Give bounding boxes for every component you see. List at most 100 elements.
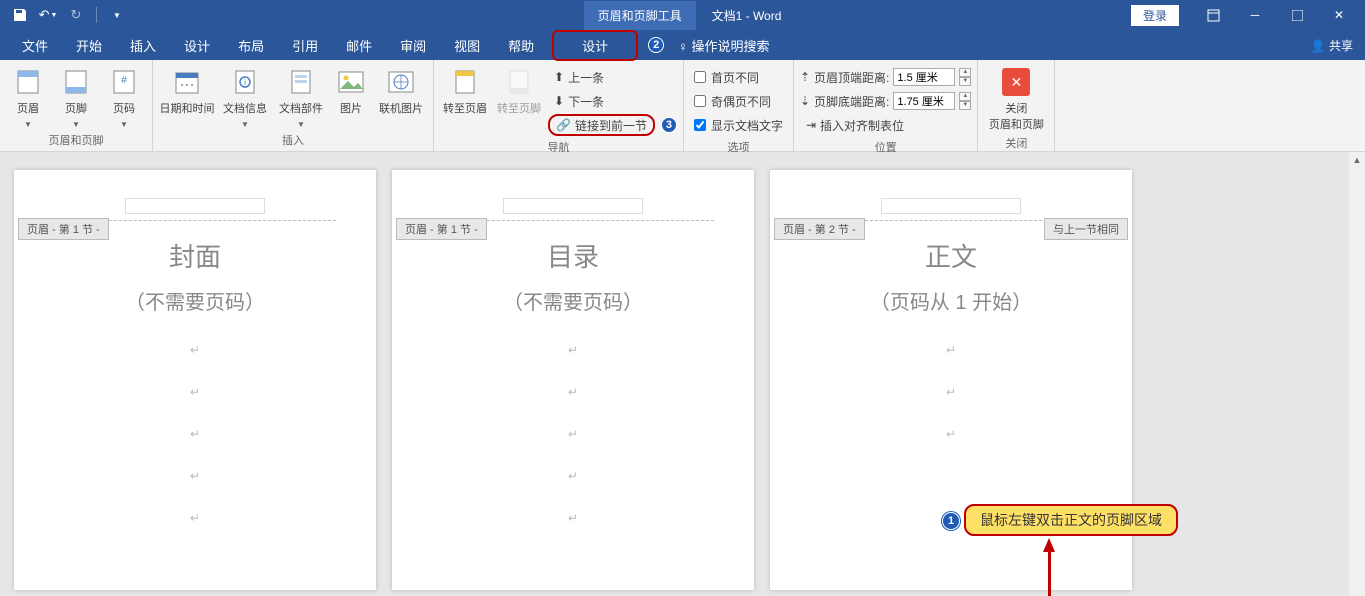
prev-icon: ⬆ bbox=[554, 70, 564, 84]
picture-button[interactable]: 图片 bbox=[331, 64, 371, 116]
para-mark: ↵ bbox=[432, 343, 714, 357]
different-odd-even-checkbox[interactable]: 奇偶页不同 bbox=[690, 90, 787, 112]
link-to-previous-label: 链接到前一节 bbox=[575, 117, 647, 134]
annotation-callout-1: 鼠标左键双击正文的页脚区域 bbox=[964, 504, 1178, 536]
vertical-scrollbar[interactable]: ▲ bbox=[1349, 152, 1365, 596]
insert-tab-label: 插入对齐制表位 bbox=[820, 117, 904, 134]
tab-mailings[interactable]: 邮件 bbox=[332, 30, 386, 61]
section-tag-2: 页眉 - 第 1 节 - bbox=[396, 218, 487, 240]
minimize-icon[interactable]: ─ bbox=[1235, 1, 1275, 29]
quick-access-toolbar: ↶ ▼ ↻ ▼ bbox=[0, 3, 129, 27]
quickparts-button[interactable]: 文档部件▼ bbox=[275, 64, 327, 129]
page-number-label: 页码 bbox=[113, 100, 135, 116]
group-close: ✕ 关闭 页眉和页脚 关闭 bbox=[978, 60, 1055, 151]
tab-view[interactable]: 视图 bbox=[440, 30, 494, 61]
redo-icon[interactable]: ↻ bbox=[64, 3, 88, 27]
diff-first-label: 首页不同 bbox=[711, 69, 759, 86]
insert-alignment-tab-button[interactable]: ⇥ 插入对齐制表位 bbox=[800, 114, 971, 136]
page2-subtitle: （不需要页码） bbox=[432, 286, 714, 315]
page-number-button[interactable]: # 页码▼ bbox=[102, 64, 146, 129]
para-mark: ↵ bbox=[54, 511, 336, 525]
online-picture-button[interactable]: 联机图片 bbox=[375, 64, 427, 116]
save-icon[interactable] bbox=[8, 3, 32, 27]
docinfo-icon: i bbox=[231, 68, 259, 96]
link-to-previous-button[interactable]: 🔗 链接到前一节 bbox=[548, 114, 655, 136]
tab-help[interactable]: 帮助 bbox=[494, 30, 548, 61]
tell-me-search[interactable]: ♀ 操作说明搜索 bbox=[664, 30, 783, 61]
footer-dist-icon: ⇣ bbox=[800, 94, 810, 108]
previous-button[interactable]: ⬆上一条 bbox=[548, 66, 677, 88]
tab-review[interactable]: 审阅 bbox=[386, 30, 440, 61]
ribbon: 页眉▼ 页脚▼ # 页码▼ 页眉和页脚 日期和时间 i 文档信息▼ bbox=[0, 60, 1365, 152]
tab-insert[interactable]: 插入 bbox=[116, 30, 170, 61]
contextual-tab-label: 页眉和页脚工具 bbox=[584, 1, 696, 30]
tab-file[interactable]: 文件 bbox=[8, 30, 62, 61]
group-insert: 日期和时间 i 文档信息▼ 文档部件▼ 图片 联机图片 插入 bbox=[153, 60, 434, 151]
tab-layout[interactable]: 布局 bbox=[224, 30, 278, 61]
section-tag-3: 页眉 - 第 2 节 - bbox=[774, 218, 865, 240]
tab-hf-design[interactable]: 设计 bbox=[552, 30, 638, 61]
page3-title: 正文 bbox=[810, 237, 1092, 274]
docinfo-button[interactable]: i 文档信息▼ bbox=[219, 64, 271, 129]
quickparts-icon bbox=[287, 68, 315, 96]
picture-label: 图片 bbox=[340, 100, 362, 116]
footer-distance-spinner[interactable]: ▲▼ bbox=[959, 92, 971, 110]
page2-title: 目录 bbox=[432, 237, 714, 274]
para-mark: ↵ bbox=[54, 385, 336, 399]
next-button[interactable]: ⬇下一条 bbox=[548, 90, 677, 112]
datetime-button[interactable]: 日期和时间 bbox=[159, 64, 215, 116]
online-picture-icon bbox=[387, 68, 415, 96]
para-mark: ↵ bbox=[432, 511, 714, 525]
group-label-close: 关闭 bbox=[984, 132, 1048, 154]
close-icon[interactable]: ✕ bbox=[1319, 1, 1359, 29]
next-icon: ⬇ bbox=[554, 94, 564, 108]
header-distance-spinner[interactable]: ▲▼ bbox=[959, 68, 971, 86]
goto-footer-icon bbox=[505, 68, 533, 96]
maximize-icon[interactable] bbox=[1277, 1, 1317, 29]
window-controls: 登录 ─ ✕ bbox=[1131, 1, 1365, 29]
footer-dist-label: 页脚底端距离: bbox=[814, 93, 889, 110]
login-button[interactable]: 登录 bbox=[1131, 5, 1179, 26]
different-first-page-checkbox[interactable]: 首页不同 bbox=[690, 66, 787, 88]
tab-icon: ⇥ bbox=[806, 118, 816, 132]
goto-footer-button: 转至页脚 bbox=[494, 64, 544, 116]
header-dist-icon: ⇡ bbox=[800, 70, 810, 84]
annotation-badge-2: 2 bbox=[648, 37, 664, 53]
group-label-hf: 页眉和页脚 bbox=[6, 129, 146, 151]
tab-design[interactable]: 设计 bbox=[170, 30, 224, 61]
same-as-previous-tag: 与上一节相同 bbox=[1044, 218, 1128, 240]
close-header-footer-button[interactable]: ✕ 关闭 页眉和页脚 bbox=[984, 64, 1048, 132]
header-dist-label: 页眉顶端距离: bbox=[814, 69, 889, 86]
docinfo-label: 文档信息 bbox=[223, 100, 267, 116]
share-button[interactable]: 👤 共享 bbox=[1311, 37, 1365, 54]
link-icon: 🔗 bbox=[556, 118, 571, 132]
page-2[interactable]: 页眉 - 第 1 节 - 目录 （不需要页码） ↵ ↵ ↵ ↵ ↵ bbox=[392, 170, 754, 590]
header-label: 页眉 bbox=[17, 100, 39, 116]
ribbon-display-icon[interactable] bbox=[1193, 1, 1233, 29]
footer-icon bbox=[62, 68, 90, 96]
para-mark: ↵ bbox=[432, 385, 714, 399]
para-mark: ↵ bbox=[810, 343, 1092, 357]
titlebar: ↶ ▼ ↻ ▼ 页眉和页脚工具 文档1 - Word 登录 ─ ✕ bbox=[0, 0, 1365, 30]
qat-customize-icon[interactable]: ▼ bbox=[105, 3, 129, 27]
ribbon-tabs: 文件 开始 插入 设计 布局 引用 邮件 审阅 视图 帮助 设计 2 ♀ 操作说… bbox=[0, 30, 1365, 60]
tab-home[interactable]: 开始 bbox=[62, 30, 116, 61]
datetime-icon bbox=[173, 68, 201, 96]
header-button[interactable]: 页眉▼ bbox=[6, 64, 50, 129]
scroll-up-icon[interactable]: ▲ bbox=[1349, 152, 1365, 168]
svg-text:#: # bbox=[121, 75, 127, 86]
group-label-insert: 插入 bbox=[159, 129, 427, 151]
annotation-badge-1: 1 bbox=[942, 512, 960, 530]
page-1[interactable]: 页眉 - 第 1 节 - 封面 （不需要页码） ↵ ↵ ↵ ↵ ↵ bbox=[14, 170, 376, 590]
goto-header-button[interactable]: 转至页眉 bbox=[440, 64, 490, 116]
undo-icon[interactable]: ↶ ▼ bbox=[36, 3, 60, 27]
footer-distance-input[interactable] bbox=[893, 92, 955, 110]
para-mark: ↵ bbox=[54, 427, 336, 441]
online-picture-label: 联机图片 bbox=[379, 100, 423, 116]
close-x-icon: ✕ bbox=[1002, 68, 1030, 96]
show-document-text-checkbox[interactable]: 显示文档文字 bbox=[690, 114, 787, 136]
header-distance-input[interactable] bbox=[893, 68, 955, 86]
footer-button[interactable]: 页脚▼ bbox=[54, 64, 98, 129]
annotation-arrow-line bbox=[1048, 550, 1051, 596]
tab-references[interactable]: 引用 bbox=[278, 30, 332, 61]
